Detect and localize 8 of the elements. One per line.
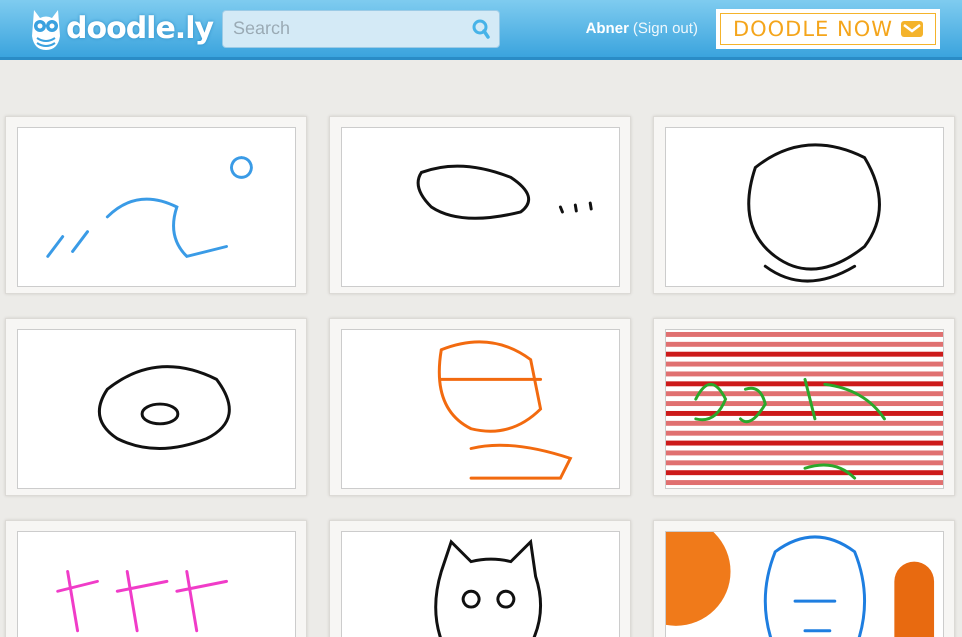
user-name[interactable]: Abner	[586, 20, 629, 37]
logo-text[interactable]: doodle.ly	[66, 11, 214, 46]
doodle-card[interactable]	[5, 318, 307, 496]
doodle-now-button[interactable]: DOODLE NOW	[720, 12, 936, 44]
doodle-card[interactable]	[653, 116, 955, 294]
search-field[interactable]: Search	[222, 10, 500, 48]
sign-out-link[interactable]: (Sign out)	[632, 20, 698, 37]
envelope-icon	[901, 20, 923, 36]
